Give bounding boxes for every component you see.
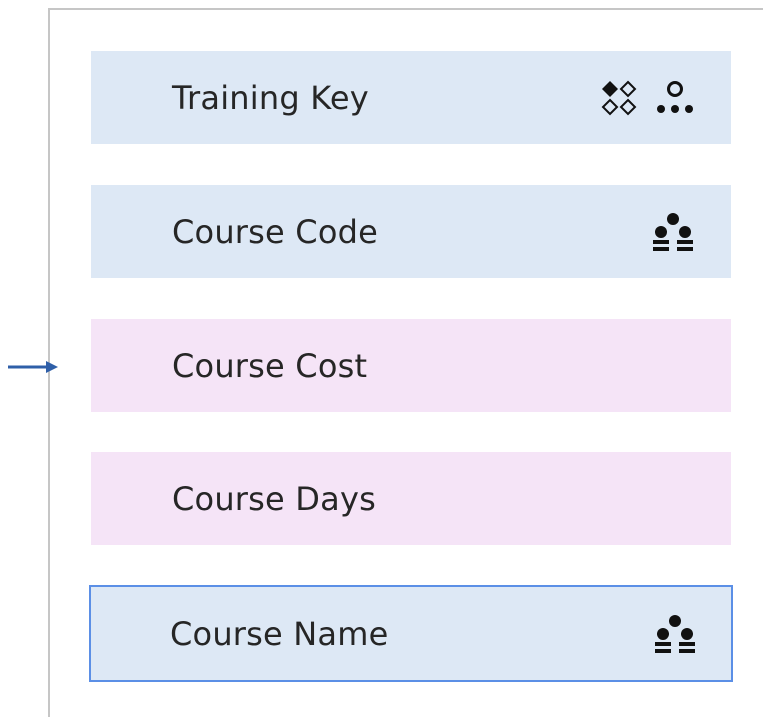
- drop-indicator-arrow-icon: [8, 361, 58, 373]
- field-item-course-name[interactable]: Course Name: [89, 585, 733, 682]
- dimension-icon: [655, 614, 695, 653]
- field-item-training-key[interactable]: Training Key: [91, 51, 731, 144]
- key-diamonds-icon: [601, 80, 637, 115]
- dimension-icon: [653, 212, 693, 251]
- field-label: Course Days: [172, 479, 376, 518]
- field-label: Course Cost: [172, 346, 368, 385]
- field-label: Course Code: [172, 212, 379, 251]
- field-label: Training Key: [172, 78, 369, 117]
- field-label: Course Name: [170, 614, 389, 653]
- hierarchy-icon: [657, 80, 693, 113]
- field-item-course-cost[interactable]: Course Cost: [91, 319, 731, 412]
- field-item-course-code[interactable]: Course Code: [91, 185, 731, 278]
- field-item-course-days[interactable]: Course Days: [91, 452, 731, 545]
